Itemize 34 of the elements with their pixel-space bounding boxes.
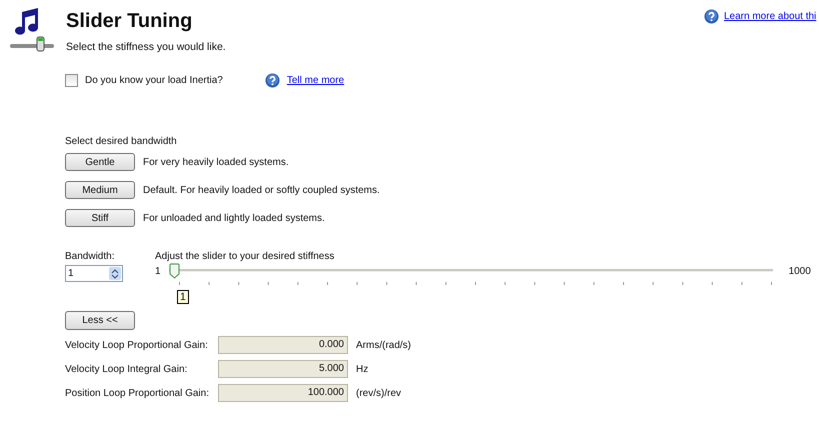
spin-arrows-icon (111, 268, 119, 278)
preset-description: For unloaded and lightly loaded systems. (143, 212, 325, 224)
gain-field[interactable]: 0.000 (218, 336, 348, 354)
preset-description: Default. For heavily loaded or softly coupled systems. (143, 184, 380, 196)
help-link[interactable]: Learn more about thi (724, 11, 816, 22)
music-slider-icon (8, 6, 56, 52)
preset-button[interactable]: Medium (65, 181, 135, 199)
gain-unit: (rev/s)/rev (356, 388, 401, 398)
slider-value-tooltip: 1 (177, 290, 189, 304)
section-heading: Select desired bandwidth (65, 136, 178, 147)
preset-description: For very heavily loaded systems. (143, 156, 289, 168)
gain-unit: Arms/(rad/s) (356, 340, 411, 350)
page-title: Slider Tuning (66, 9, 194, 34)
bandwidth-spinbox[interactable]: 1 (65, 265, 123, 282)
gain-label: Position Loop Proportional Gain: (65, 388, 210, 398)
slider-thumb[interactable] (168, 263, 180, 279)
gain-field[interactable]: 100.000 (218, 384, 348, 402)
bandwidth-label: Bandwidth: (65, 251, 116, 262)
checkbox-label: Do you know your load Inertia? (85, 75, 223, 86)
inertia-checkbox[interactable] (65, 74, 78, 87)
preset-button[interactable]: Stiff (65, 209, 135, 227)
gain-label: Velocity Loop Integral Gain: (65, 364, 188, 374)
gain-field[interactable]: 5.000 (218, 360, 348, 378)
preset-button[interactable]: Gentle (65, 153, 135, 171)
gain-label: Velocity Loop Proportional Gain: (65, 340, 209, 350)
less-button[interactable]: Less << (65, 311, 135, 330)
slider-max-label: 1000 (788, 266, 811, 276)
tell-me-more-link[interactable]: Tell me more (286, 75, 344, 86)
slider-caption: Adjust the slider to your desired stiffness (155, 251, 336, 262)
gain-unit: Hz (356, 364, 368, 374)
help-icon (704, 9, 719, 24)
help-icon (264, 73, 280, 88)
page-subtitle: Select the stiffness you would like. (66, 41, 226, 53)
slider-min-label: 1 (155, 266, 161, 276)
